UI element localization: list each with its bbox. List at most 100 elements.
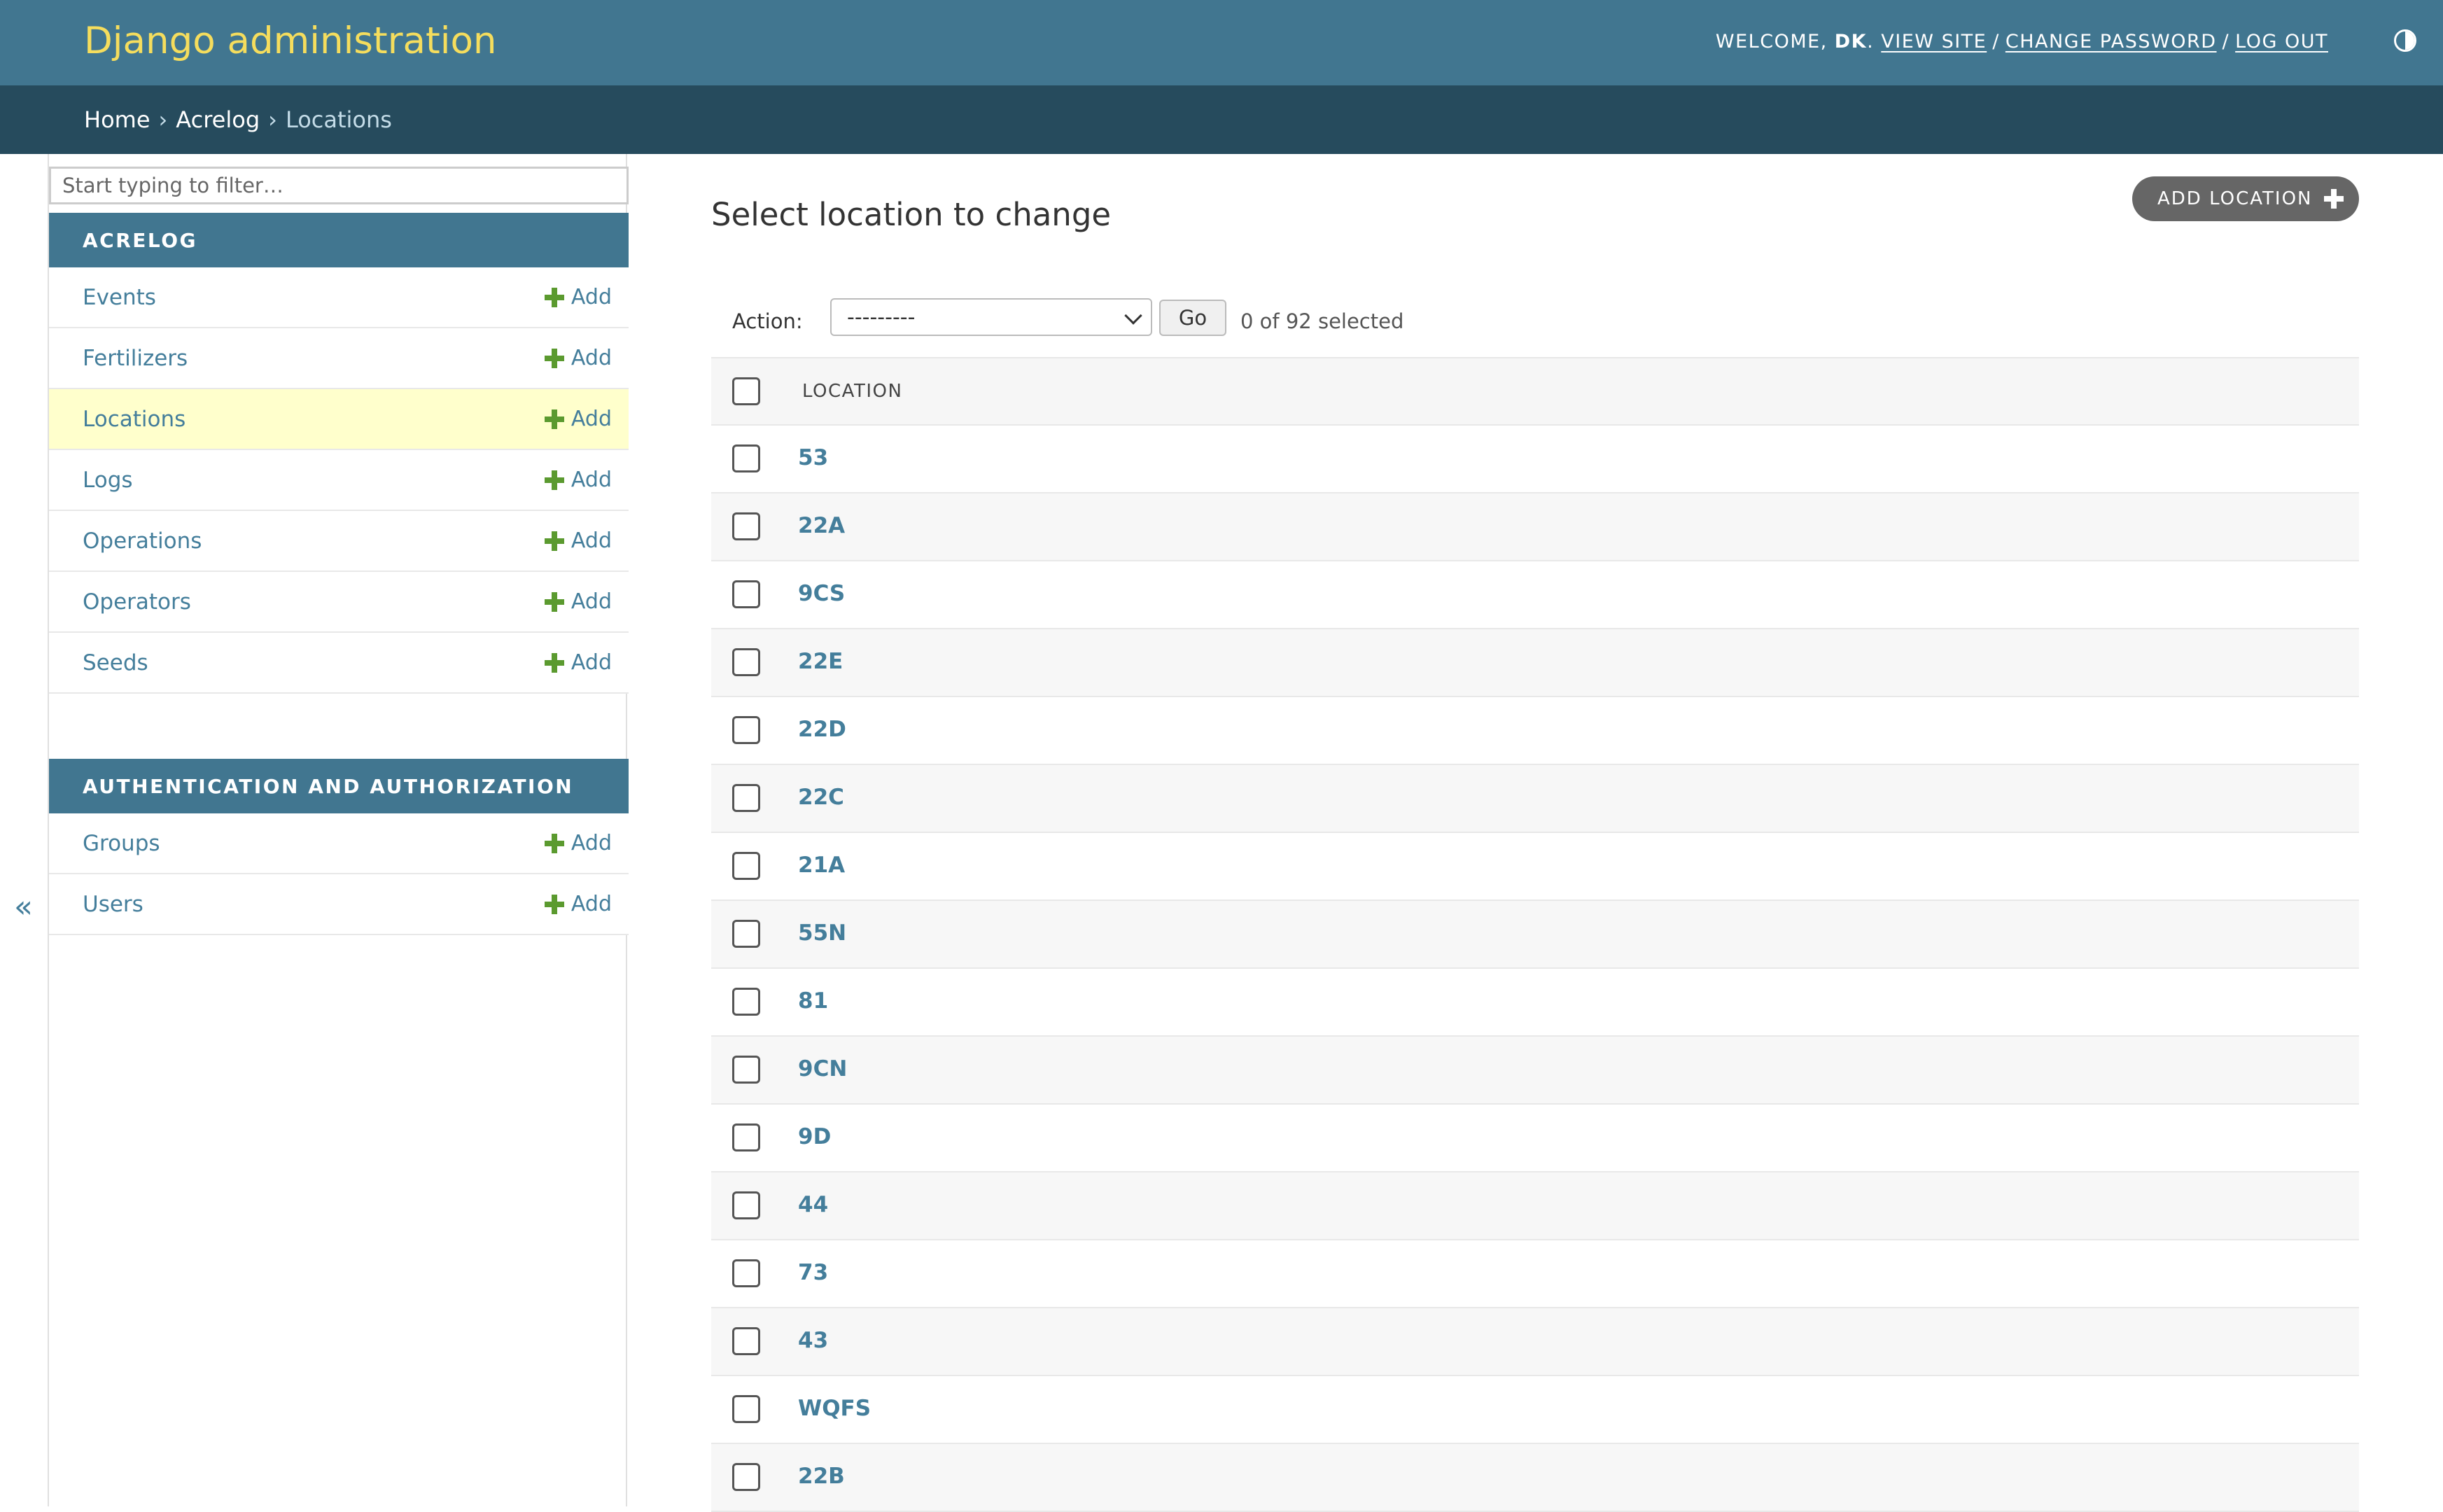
sidebar-item-label[interactable]: Groups — [83, 831, 160, 856]
page-title: Select location to change — [711, 196, 1112, 233]
change-password-link[interactable]: CHANGE PASSWORD — [2005, 31, 2217, 52]
table-row: 43 — [711, 1308, 2359, 1376]
row-checkbox[interactable] — [732, 1259, 760, 1287]
location-link[interactable]: 81 — [798, 988, 828, 1014]
location-link[interactable]: 22A — [798, 513, 845, 538]
add-icon — [544, 833, 564, 853]
location-link[interactable]: 22E — [798, 649, 843, 674]
nav-sidebar: Start typing to filter… ACRELOG Events A… — [48, 154, 629, 1506]
row-checkbox[interactable] — [732, 988, 760, 1016]
sidebar-item-label[interactable]: Operators — [83, 589, 191, 615]
add-link[interactable]: Add — [544, 831, 612, 855]
module-caption-acrelog[interactable]: ACRELOG — [49, 213, 629, 267]
add-link[interactable]: Add — [544, 589, 612, 614]
table-row: WQFS — [711, 1376, 2359, 1444]
add-icon — [544, 470, 564, 490]
row-checkbox[interactable] — [732, 1463, 760, 1491]
add-link[interactable]: Add — [544, 346, 612, 370]
row-checkbox[interactable] — [732, 1056, 760, 1084]
sidebar-item-locations[interactable]: Locations Add — [49, 389, 629, 450]
row-checkbox[interactable] — [732, 920, 760, 948]
table-row: 22B — [711, 1444, 2359, 1512]
sidebar-item-label[interactable]: Locations — [83, 407, 186, 432]
location-link[interactable]: 53 — [798, 445, 828, 470]
location-link[interactable]: 73 — [798, 1260, 828, 1285]
action-label: Action: — [732, 309, 803, 333]
module-caption-auth[interactable]: AUTHENTICATION AND AUTHORIZATION — [49, 759, 629, 813]
sidebar-item-fertilizers[interactable]: Fertilizers Add — [49, 328, 629, 389]
add-link[interactable]: Add — [544, 468, 612, 492]
location-link[interactable]: 55N — [798, 920, 846, 946]
breadcrumb-home[interactable]: Home — [84, 106, 150, 133]
view-site-link[interactable]: VIEW SITE — [1881, 31, 1987, 52]
location-link[interactable]: 21A — [798, 853, 845, 878]
add-icon — [544, 287, 564, 307]
row-checkbox[interactable] — [732, 852, 760, 880]
table-header: LOCATION — [711, 357, 2359, 426]
location-link[interactable]: 22D — [798, 717, 846, 742]
welcome-text: WELCOME, — [1715, 31, 1828, 52]
table-row: 53 — [711, 426, 2359, 493]
row-checkbox[interactable] — [732, 1327, 760, 1355]
location-link[interactable]: WQFS — [798, 1396, 871, 1421]
sidebar-item-seeds[interactable]: Seeds Add — [49, 633, 629, 694]
add-icon — [544, 409, 564, 429]
location-link[interactable]: 22B — [798, 1464, 845, 1489]
location-link[interactable]: 43 — [798, 1328, 828, 1353]
chevron-down-icon — [1124, 307, 1142, 325]
add-location-button[interactable]: ADD LOCATION — [2132, 176, 2359, 221]
row-checkbox[interactable] — [732, 580, 760, 608]
sidebar-item-users[interactable]: Users Add — [49, 874, 629, 935]
log-out-link[interactable]: LOG OUT — [2235, 31, 2328, 52]
row-checkbox[interactable] — [732, 1395, 760, 1423]
add-link[interactable]: Add — [544, 407, 612, 431]
sidebar-item-label[interactable]: Fertilizers — [83, 346, 188, 371]
row-checkbox[interactable] — [732, 1124, 760, 1152]
result-list: LOCATION 53 22A 9CS 22E 22D 22C 21A 55N … — [711, 357, 2359, 1512]
sidebar-item-label[interactable]: Events — [83, 285, 156, 310]
site-branding[interactable]: Django administration — [84, 20, 497, 62]
location-link[interactable]: 9CN — [798, 1056, 847, 1082]
add-icon — [544, 894, 564, 914]
sidebar-item-events[interactable]: Events Add — [49, 267, 629, 328]
location-link[interactable]: 9D — [798, 1124, 831, 1149]
table-row: 55N — [711, 901, 2359, 969]
breadcrumb-separator: › — [158, 106, 168, 133]
selection-counter: 0 of 92 selected — [1240, 309, 1404, 333]
sidebar-item-operators[interactable]: Operators Add — [49, 572, 629, 633]
add-link[interactable]: Add — [544, 528, 612, 553]
row-checkbox[interactable] — [732, 648, 760, 676]
go-button[interactable]: Go — [1159, 300, 1226, 336]
row-checkbox[interactable] — [732, 444, 760, 472]
sidebar-item-label[interactable]: Users — [83, 892, 144, 917]
sidebar-item-label[interactable]: Seeds — [83, 650, 148, 676]
nav-filter-input[interactable]: Start typing to filter… — [49, 167, 629, 204]
select-all-checkbox[interactable] — [732, 377, 760, 405]
add-link[interactable]: Add — [544, 892, 612, 916]
table-row: 22C — [711, 765, 2359, 833]
table-row: 44 — [711, 1172, 2359, 1240]
sidebar-item-logs[interactable]: Logs Add — [49, 450, 629, 511]
sidebar-item-label[interactable]: Logs — [83, 468, 133, 493]
sidebar-item-label[interactable]: Operations — [83, 528, 202, 554]
breadcrumb-app[interactable]: Acrelog — [176, 106, 260, 133]
theme-toggle-icon[interactable] — [2394, 29, 2416, 52]
location-link[interactable]: 22C — [798, 785, 844, 810]
table-row: 21A — [711, 833, 2359, 901]
location-link[interactable]: 9CS — [798, 581, 845, 606]
add-icon — [544, 652, 564, 673]
row-checkbox[interactable] — [732, 512, 760, 540]
location-link[interactable]: 44 — [798, 1192, 828, 1217]
table-row: 9CN — [711, 1037, 2359, 1105]
add-link[interactable]: Add — [544, 650, 612, 675]
add-icon — [544, 531, 564, 551]
sidebar-item-groups[interactable]: Groups Add — [49, 813, 629, 874]
sidebar-item-operations[interactable]: Operations Add — [49, 511, 629, 572]
row-checkbox[interactable] — [732, 716, 760, 744]
action-select[interactable]: --------- — [830, 298, 1152, 336]
row-checkbox[interactable] — [732, 1191, 760, 1219]
collapse-sidebar-icon[interactable]: « — [14, 889, 33, 925]
add-link[interactable]: Add — [544, 285, 612, 309]
row-checkbox[interactable] — [732, 784, 760, 812]
column-header-location[interactable]: LOCATION — [802, 381, 902, 402]
